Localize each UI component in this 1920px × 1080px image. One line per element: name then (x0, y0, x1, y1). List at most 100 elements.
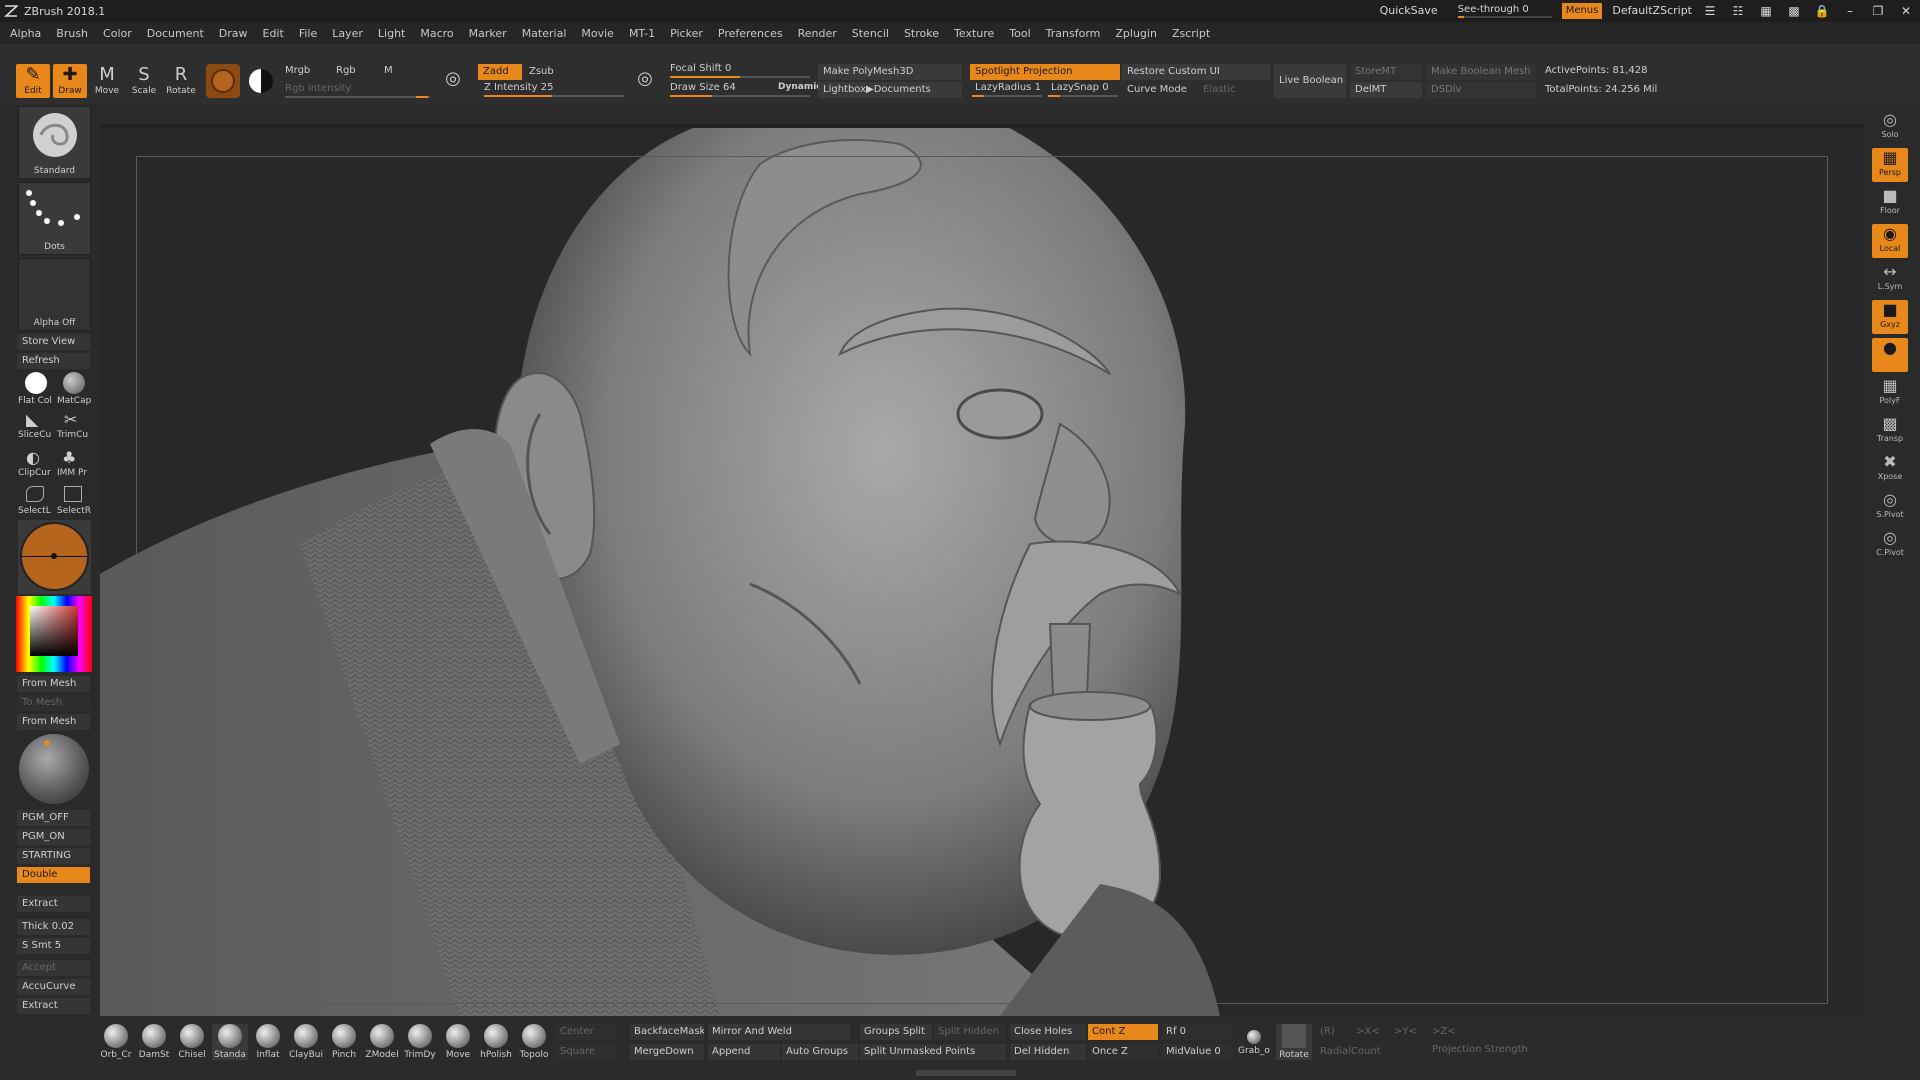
ui-layout-3-icon[interactable]: ▦ (1752, 0, 1780, 22)
from-mesh-button-2[interactable]: From Mesh (17, 714, 90, 730)
y-axis-toggle[interactable]: >Y< (1390, 1024, 1420, 1040)
main-color-swatch[interactable] (18, 520, 91, 594)
clipcurve-icon[interactable]: ◐ (26, 448, 40, 467)
scale-button[interactable]: S Scale (127, 64, 161, 98)
minimize-icon[interactable]: – (1836, 0, 1864, 22)
restore-icon[interactable]: ❐ (1864, 0, 1892, 22)
dynamic-toggle[interactable]: Dynamic (778, 82, 822, 92)
menu-marker[interactable]: Marker (469, 27, 507, 40)
flat-color-icon[interactable] (25, 372, 47, 394)
projection-strength-slider[interactable]: Projection Strength (1428, 1042, 1568, 1058)
menu-alpha[interactable]: Alpha (10, 27, 41, 40)
rightshelf-l-sym-button[interactable]: ↔ L.Sym (1872, 262, 1908, 296)
brush-claybui[interactable]: ClayBui (288, 1024, 324, 1060)
restore-custom-ui-button[interactable]: Restore Custom UI (1122, 64, 1270, 80)
midvalue-slider[interactable]: MidValue 0 (1162, 1044, 1232, 1060)
spotlight-projection-button[interactable]: Spotlight Projection (970, 64, 1120, 80)
rightshelf-local-button[interactable]: ◉ Local (1872, 224, 1908, 258)
make-boolean-mesh-button[interactable]: Make Boolean Mesh (1426, 64, 1536, 80)
radialcount-slider[interactable]: RadialCount (1316, 1044, 1436, 1060)
edit-button[interactable]: ✎ Edit (16, 64, 50, 98)
double-button[interactable]: Double (17, 867, 90, 883)
zsub-button[interactable]: Zsub (524, 64, 572, 80)
from-mesh-button[interactable]: From Mesh (17, 676, 90, 692)
groups-split-button[interactable]: Groups Split (860, 1024, 932, 1040)
material-swatch[interactable] (206, 64, 240, 98)
split-hidden-button[interactable]: Split Hidden (934, 1024, 1006, 1040)
rightshelf-floor-button[interactable]: ■ Floor (1872, 186, 1908, 220)
menu-edit[interactable]: Edit (263, 27, 284, 40)
accept-button[interactable]: Accept (17, 960, 90, 976)
rightshelf-xpose-button[interactable]: ✖ Xpose (1872, 452, 1908, 486)
lock-icon[interactable]: 🔒 (1808, 0, 1836, 22)
slicecurve-icon[interactable]: ◣ (26, 410, 38, 429)
menu-picker[interactable]: Picker (670, 27, 703, 40)
starting-button[interactable]: STARTING (17, 848, 90, 864)
lazysnap-slider[interactable]: LazySnap 0 (1051, 82, 1109, 93)
z-intensity-slider[interactable]: Z Intensity 25 (484, 82, 553, 93)
rightshelf-persp-button[interactable]: ▦ Persp (1872, 148, 1908, 182)
script-button[interactable]: DefaultZScript (1608, 0, 1696, 22)
brush-orb_cr[interactable]: Orb_Cr (98, 1024, 134, 1060)
rightshelf-transp-button[interactable]: ▩ Transp (1872, 414, 1908, 448)
pgm-off-button[interactable]: PGM_OFF (17, 810, 90, 826)
brush-damst[interactable]: DamSt (136, 1024, 172, 1060)
refresh-button[interactable]: Refresh (17, 353, 90, 369)
trimcurve-icon[interactable]: ✂ (64, 410, 77, 429)
backfacemask-button[interactable]: BackfaceMask (630, 1024, 704, 1040)
brush-move[interactable]: Move (440, 1024, 476, 1060)
store-view-button[interactable]: Store View (17, 334, 90, 350)
rgb-toggle[interactable]: Rgb (336, 65, 356, 76)
color-picker[interactable] (16, 596, 92, 672)
ui-layout-2-icon[interactable]: ☷ (1724, 0, 1752, 22)
menu-color[interactable]: Color (103, 27, 132, 40)
zadd-button[interactable]: Zadd (478, 64, 522, 80)
rf-slider[interactable]: Rf 0 (1162, 1024, 1232, 1040)
menu-stencil[interactable]: Stencil (852, 27, 889, 40)
once-z-button[interactable]: Once Z (1088, 1044, 1158, 1060)
rightshelf-gxyz-button[interactable]: ■ Gxyz (1872, 300, 1908, 334)
color-swatch[interactable] (244, 64, 278, 98)
brush-trimdy[interactable]: TrimDy (402, 1024, 438, 1060)
light-position-icon[interactable] (44, 740, 50, 746)
menu-preferences[interactable]: Preferences (718, 27, 783, 40)
thick-slider[interactable]: Thick 0.02 (17, 919, 90, 935)
lightbox-button[interactable]: Lightbox▶Documents (818, 82, 962, 98)
to-mesh-button[interactable]: To Mesh (17, 695, 90, 711)
rgb-intensity-slider[interactable]: Rgb Intensity (285, 83, 351, 94)
storemt-button[interactable]: StoreMT (1350, 64, 1422, 80)
close-holes-button[interactable]: Close Holes (1010, 1024, 1086, 1040)
cont-z-button[interactable]: Cont Z (1088, 1024, 1158, 1040)
menu-movie[interactable]: Movie (581, 27, 614, 40)
ssmt-slider[interactable]: S Smt 5 (17, 938, 90, 954)
rotate-brush[interactable]: Rotate (1276, 1024, 1312, 1060)
menu-macro[interactable]: Macro (420, 27, 453, 40)
radial-r-toggle[interactable]: (R) (1316, 1024, 1344, 1040)
append-button[interactable]: Append (708, 1044, 780, 1060)
extract-button-2[interactable]: Extract (17, 998, 90, 1014)
brush-chisel[interactable]: Chisel (174, 1024, 210, 1060)
ui-layout-1-icon[interactable]: ☰ (1696, 0, 1724, 22)
brush-d-icon[interactable]: ◎ (436, 68, 470, 102)
menu-draw[interactable]: Draw (219, 27, 248, 40)
brush-topolo[interactable]: Topolo (516, 1024, 552, 1060)
draw-size-slider[interactable]: Draw Size 64 (670, 82, 736, 93)
make-polymesh-button[interactable]: Make PolyMesh3D (818, 64, 962, 80)
menu-file[interactable]: File (299, 27, 317, 40)
m-toggle[interactable]: M (384, 65, 393, 76)
menus-button[interactable]: Menus (1561, 3, 1603, 19)
z-axis-toggle[interactable]: >Z< (1428, 1024, 1458, 1040)
menu-mt-1[interactable]: MT-1 (629, 27, 655, 40)
matcap-preview-icon[interactable] (19, 734, 89, 804)
rightshelf-draw-polyframe-button[interactable]: ● (1872, 338, 1908, 372)
rightshelf-c-pivot-button[interactable]: ◎ C.Pivot (1872, 528, 1908, 562)
brush-zmodel[interactable]: ZModel (364, 1024, 400, 1060)
rightshelf-s-pivot-button[interactable]: ◎ S.Pivot (1872, 490, 1908, 524)
move-button[interactable]: M Move (90, 64, 124, 98)
brush-standa[interactable]: Standa (212, 1024, 248, 1060)
menu-zplugin[interactable]: Zplugin (1115, 27, 1157, 40)
menu-zscript[interactable]: Zscript (1172, 27, 1210, 40)
quicksave-button[interactable]: QuickSave (1370, 0, 1448, 22)
elastic-toggle[interactable]: Elastic (1203, 84, 1236, 95)
center-button[interactable]: Center (556, 1024, 616, 1040)
